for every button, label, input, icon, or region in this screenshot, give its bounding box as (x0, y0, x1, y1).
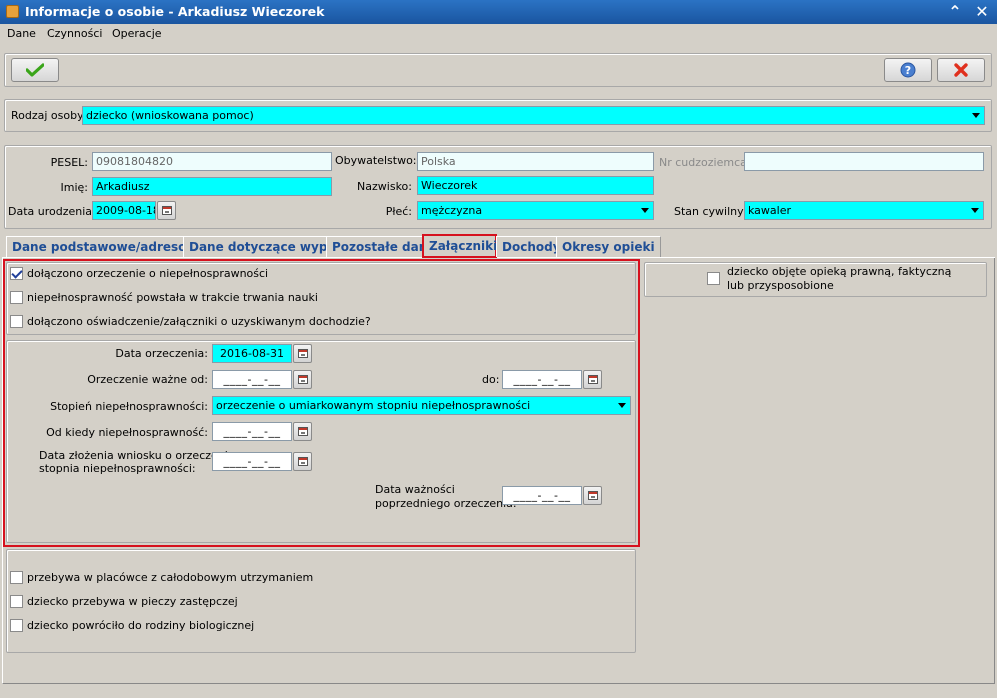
stan-cywilny-select[interactable]: kawaler (744, 201, 984, 220)
data-urodzenia-calendar-button[interactable] (157, 201, 176, 220)
do-label: do: (482, 373, 500, 386)
chevron-down-icon (972, 113, 980, 118)
app-icon (6, 5, 19, 18)
wazne-od-field[interactable]: ____-__-__ (212, 370, 292, 389)
data-urodzenia-label: Data urodzenia: (8, 205, 96, 218)
calendar-icon (298, 427, 308, 436)
wazne-do-calendar-button[interactable] (583, 370, 602, 389)
nr-cudzoziemca-label: Nr cudzoziemca: (659, 156, 751, 169)
title-bar: Informacje o osobie - Arkadiusz Wieczore… (0, 0, 997, 24)
pesel-field[interactable]: 09081804820 (92, 152, 332, 171)
nr-cudzoziemca-field[interactable] (744, 152, 984, 171)
chevron-down-icon (641, 208, 649, 213)
menu-dane[interactable]: Dane (7, 27, 36, 40)
wazne-od-label: Orzeczenie ważne od: (87, 373, 208, 386)
orzeczenie-checkbox-label: dołączono orzeczenie o niepełnosprawnośc… (27, 267, 269, 280)
poprzednie-field[interactable]: ____-__-__ (502, 486, 582, 505)
piecza-checkbox[interactable] (10, 595, 23, 608)
orzeczenie-checkbox[interactable] (10, 267, 23, 280)
wniosek-label-2: stopnia niepełnosprawności: (39, 462, 196, 475)
tab-zalaczniki[interactable]: Załączniki (422, 234, 497, 258)
chevron-down-icon (971, 208, 979, 213)
menu-czynnosci[interactable]: Czynności (47, 27, 102, 40)
obywatelstwo-field[interactable]: Polska (417, 152, 654, 171)
calendar-icon (588, 491, 598, 500)
tab-okresy-opieki[interactable]: Okresy opieki (556, 236, 661, 257)
calendar-icon (298, 349, 308, 358)
stopien-value: orzeczenie o umiarkowanym stopniu niepeł… (216, 399, 531, 412)
ok-button[interactable] (11, 58, 59, 82)
tab-dane-podstawowe[interactable]: Dane podstawowe/adresowe (6, 236, 212, 257)
calendar-icon (298, 457, 308, 466)
calendar-icon (298, 375, 308, 384)
calendar-icon (588, 375, 598, 384)
obywatelstwo-label: Obywatelstwo: (335, 154, 417, 167)
poprzednie-label: Data ważności (375, 483, 455, 496)
chevron-down-icon (618, 403, 626, 408)
help-icon: ? (900, 62, 916, 78)
menu-bar: Dane Czynności Operacje (0, 24, 997, 44)
od-kiedy-label: Od kiedy niepełnosprawność: (46, 426, 208, 439)
opieka-checkbox[interactable] (707, 272, 720, 285)
pesel-label: PESEL: (50, 156, 88, 169)
rodzina-checkbox[interactable] (10, 619, 23, 632)
data-orzeczenia-field[interactable]: 2016-08-31 (212, 344, 292, 363)
piecza-checkbox-label: dziecko przebywa w pieczy zastępczej (27, 595, 238, 608)
stopien-select[interactable]: orzeczenie o umiarkowanym stopniu niepeł… (212, 396, 631, 415)
wazne-do-field[interactable]: ____-__-__ (502, 370, 582, 389)
close-icon[interactable]: ✕ (972, 2, 992, 22)
imie-field[interactable]: Arkadiusz (92, 177, 332, 196)
window-title: Informacje o osobie - Arkadiusz Wieczore… (25, 4, 325, 19)
plec-value: mężczyzna (421, 204, 483, 217)
opieka-checkbox-label-2: lub przysposobione (727, 279, 834, 292)
data-urodzenia-field[interactable]: 2009-08-18 (92, 201, 156, 220)
stan-cywilny-label: Stan cywilny: (674, 205, 747, 218)
stopien-label: Stopień niepełnosprawności: (50, 400, 208, 413)
nazwisko-field[interactable]: Wieczorek (417, 176, 654, 195)
wniosek-calendar-button[interactable] (293, 452, 312, 471)
menu-operacje[interactable]: Operacje (112, 27, 162, 40)
plec-label: Płeć: (385, 205, 412, 218)
rodzaj-value: dziecko (wnioskowana pomoc) (86, 109, 254, 122)
placowka-checkbox[interactable] (10, 571, 23, 584)
placowka-checkbox-label: przebywa w placówce z całodobowym utrzym… (27, 571, 314, 584)
poprzednie-label-2: poprzedniego orzeczenia: (375, 497, 517, 510)
wniosek-field[interactable]: ____-__-__ (212, 452, 292, 471)
nauka-checkbox-label: niepełnosprawność powstała w trakcie trw… (27, 291, 318, 304)
calendar-icon (162, 206, 172, 215)
wniosek-label: Data złożenia wniosku o orzeczenie (39, 449, 235, 462)
nazwisko-label: Nazwisko: (357, 180, 412, 193)
rodzaj-label: Rodzaj osoby: (11, 109, 87, 122)
poprzednie-calendar-button[interactable] (583, 486, 602, 505)
wazne-od-calendar-button[interactable] (293, 370, 312, 389)
checkmark-icon (26, 63, 44, 77)
stan-cywilny-value: kawaler (748, 204, 792, 217)
imie-label: Imię: (60, 181, 89, 194)
dochod-checkbox[interactable] (10, 315, 23, 328)
toolbar-panel (4, 53, 992, 87)
nauka-checkbox[interactable] (10, 291, 23, 304)
rodzaj-select[interactable]: dziecko (wnioskowana pomoc) (82, 106, 985, 125)
od-kiedy-calendar-button[interactable] (293, 422, 312, 441)
collapse-icon[interactable]: ⌃ (945, 2, 965, 22)
cross-icon (954, 63, 968, 77)
opieka-checkbox-label: dziecko objęte opieką prawną, faktyczną (727, 265, 952, 278)
dochod-checkbox-label: dołączono oświadczenie/załączniki o uzys… (27, 315, 371, 328)
rodzina-checkbox-label: dziecko powróciło do rodziny biologiczne… (27, 619, 255, 632)
help-button[interactable]: ? (884, 58, 932, 82)
data-orzeczenia-calendar-button[interactable] (293, 344, 312, 363)
svg-text:?: ? (905, 64, 911, 77)
data-orzeczenia-label: Data orzeczenia: (115, 347, 208, 360)
plec-select[interactable]: mężczyzna (417, 201, 654, 220)
cancel-button[interactable] (937, 58, 985, 82)
od-kiedy-field[interactable]: ____-__-__ (212, 422, 292, 441)
